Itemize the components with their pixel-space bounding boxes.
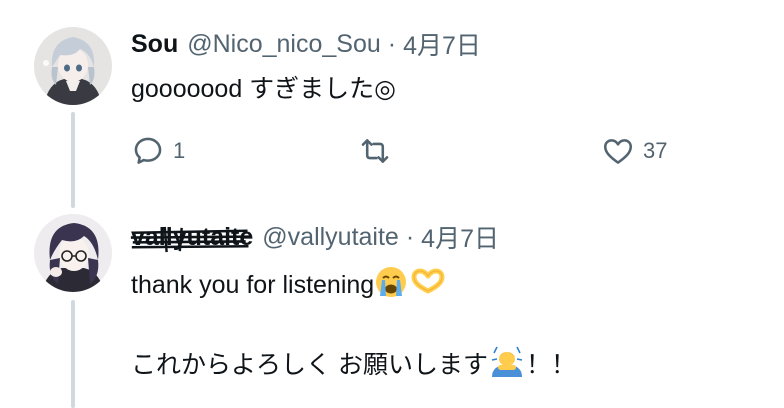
crying-face-emoji [376, 267, 407, 297]
reply-count: 1 [173, 138, 186, 163]
retweet-arrows-icon [361, 139, 389, 163]
display-name[interactable]: Sou [131, 30, 178, 59]
separator-dot: · [405, 222, 415, 251]
tweet-text-line: これからよろしく お願いします ！！ [131, 343, 576, 382]
tweet-header: vallyutaite @vallyutaite · 4月7日 [130, 219, 499, 255]
reply-button[interactable]: 1 [131, 134, 185, 168]
tweet-text: gooooood すぎました◎ [131, 75, 396, 103]
like-count: 37 [643, 138, 668, 163]
avatar[interactable] [34, 214, 112, 292]
heart-icon [603, 139, 633, 164]
user-handle[interactable]: @vallyutaite [262, 223, 399, 252]
avatar[interactable] [34, 27, 112, 105]
tweet-text: thank you for listening [131, 271, 375, 299]
tweet-actions: 1 37 [131, 134, 691, 168]
speech-bubble-icon [134, 137, 162, 164]
tweet-text-exclamation: ！！ [525, 351, 576, 379]
tweet-header: Sou @Nico_nico_Sou · 4月7日 [131, 27, 481, 61]
thread-connector-line [71, 300, 75, 408]
tweet-date[interactable]: 4月7日 [421, 219, 499, 255]
tweet-text: これからよろしく お願いします [131, 351, 488, 379]
thread-connector-line [71, 112, 75, 208]
heart-hands-emoji [411, 268, 445, 294]
bowing-person-emoji [491, 346, 523, 377]
user-handle[interactable]: @Nico_nico_Sou [187, 30, 381, 59]
display-name-redacted[interactable]: vallyutaite [130, 223, 253, 252]
scribble-redaction [130, 226, 250, 252]
separator-dot: · [387, 29, 397, 58]
tweet-date[interactable]: 4月7日 [403, 26, 481, 62]
tweet-text-line: thank you for listening [131, 265, 448, 302]
retweet-button[interactable] [358, 134, 400, 168]
like-button[interactable]: 37 [601, 134, 667, 168]
